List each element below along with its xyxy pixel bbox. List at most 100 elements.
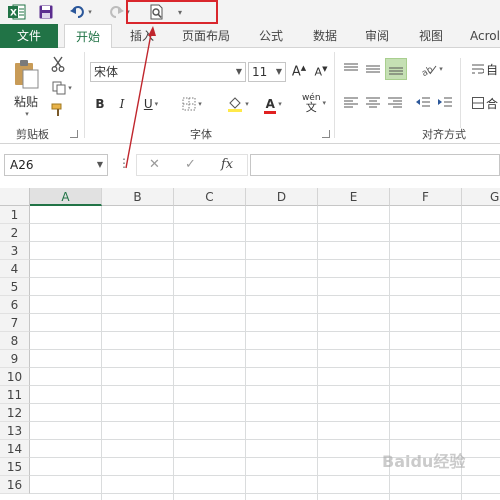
phonetic-guide-button[interactable]: wén 文 ▾ (298, 90, 330, 116)
tab-data[interactable]: 数据 (304, 24, 346, 48)
row-header-10[interactable]: 10 (0, 368, 30, 386)
increase-font-size-button[interactable]: A▲ (290, 62, 308, 82)
wrap-text-button[interactable]: 自 (470, 60, 500, 78)
align-left-icon (344, 97, 358, 108)
group-divider (460, 58, 461, 128)
row-header-8[interactable]: 8 (0, 332, 30, 350)
increase-indent-button[interactable] (436, 94, 454, 112)
save-icon[interactable] (36, 2, 56, 22)
copy-button[interactable]: ▾ (46, 78, 78, 98)
wrap-text-icon (471, 64, 484, 74)
font-launcher-icon[interactable] (322, 130, 330, 138)
font-name-dropdown[interactable]: 宋体 ▼ (90, 62, 246, 82)
column-header-e[interactable]: E (318, 188, 390, 206)
column-header-a[interactable]: A (30, 188, 102, 206)
align-center-button[interactable] (364, 94, 382, 112)
redo-icon (110, 6, 125, 18)
decrease-font-size-button[interactable]: A▼ (312, 62, 330, 82)
row-header-1[interactable]: 1 (0, 206, 30, 224)
column-header-b[interactable]: B (102, 188, 174, 206)
font-name-value: 宋体 (94, 65, 119, 79)
row-header-2[interactable]: 2 (0, 224, 30, 242)
text-orientation-icon: ab (421, 65, 437, 76)
tab-home[interactable]: 开始 (64, 24, 112, 49)
copy-icon (52, 81, 66, 95)
align-bottom-icon (389, 67, 403, 75)
format-painter-button[interactable] (48, 100, 68, 120)
bold-button[interactable]: B (92, 94, 108, 114)
tab-insert[interactable]: 插入 (120, 24, 164, 48)
grid-line (173, 206, 174, 500)
select-all-corner[interactable] (0, 188, 30, 206)
grid-line (245, 206, 246, 500)
phonetic-caret: ▾ (322, 99, 327, 107)
chevron-down-icon: ▼ (275, 67, 282, 76)
tab-review[interactable]: 审阅 (356, 24, 398, 48)
column-header-c[interactable]: C (174, 188, 246, 206)
formula-bar-handle-icon[interactable]: ⋮ (118, 156, 130, 170)
paste-caret: ▾ (25, 109, 29, 118)
paste-button[interactable]: 粘贴 ▾ (8, 56, 44, 120)
underline-caret: ▾ (154, 100, 159, 108)
column-header-g[interactable]: G (462, 188, 500, 206)
row-header-13[interactable]: 13 (0, 422, 30, 440)
row-header-16[interactable]: 16 (0, 476, 30, 494)
column-header-d[interactable]: D (246, 188, 318, 206)
orientation-caret: ▾ (439, 65, 443, 73)
cancel-icon[interactable]: ✕ (149, 157, 160, 172)
orientation-button[interactable]: ab ▾ (416, 60, 448, 78)
grow-font-icon: A▲ (291, 64, 307, 80)
merge-center-button[interactable]: 合 (470, 94, 500, 112)
align-bottom-button[interactable] (385, 58, 407, 80)
row-header-6[interactable]: 6 (0, 296, 30, 314)
font-color-button[interactable]: A ▾ (258, 94, 288, 114)
borders-button[interactable]: ▾ (176, 94, 208, 114)
wrap-text-label: 自 (485, 62, 498, 77)
font-size-dropdown[interactable]: 11 ▼ (248, 62, 286, 82)
ribbon-tabs: 文件 开始 插入 页面布局 公式 数据 审阅 视图 Acrol (0, 24, 500, 49)
tab-file[interactable]: 文件 (0, 24, 58, 48)
chevron-down-icon: ▼ (235, 67, 242, 76)
tab-acrobat[interactable]: Acrol (464, 24, 500, 48)
align-middle-button[interactable] (364, 60, 382, 78)
group-divider (334, 52, 335, 138)
align-top-icon (344, 63, 358, 71)
underline-button[interactable]: U ▾ (136, 94, 166, 114)
column-header-f[interactable]: F (390, 188, 462, 206)
quick-access-toolbar: X ▾ ▾ ▾ (0, 0, 500, 24)
row-header-4[interactable]: 4 (0, 260, 30, 278)
name-box[interactable]: A26 ▼ (4, 154, 108, 176)
undo-dropdown-caret[interactable]: ▾ (88, 8, 92, 16)
decrease-indent-button[interactable] (414, 94, 432, 112)
insert-function-icon[interactable]: fx (221, 157, 233, 172)
fill-color-button[interactable]: ▾ (222, 94, 254, 114)
row-header-5[interactable]: 5 (0, 278, 30, 296)
row-header-11[interactable]: 11 (0, 386, 30, 404)
undo-button[interactable]: ▾ (64, 2, 98, 22)
tab-page-layout[interactable]: 页面布局 (174, 24, 238, 48)
name-box-value: A26 (10, 158, 34, 172)
align-right-button[interactable] (386, 94, 404, 112)
italic-button[interactable]: I (114, 94, 130, 114)
borders-icon (182, 97, 196, 111)
tab-view[interactable]: 视图 (410, 24, 452, 48)
row-header-7[interactable]: 7 (0, 314, 30, 332)
row-header-14[interactable]: 14 (0, 440, 30, 458)
decrease-indent-icon (416, 97, 430, 107)
cut-button[interactable] (48, 54, 68, 74)
tab-formulas[interactable]: 公式 (250, 24, 292, 48)
row-header-15[interactable]: 15 (0, 458, 30, 476)
align-left-button[interactable] (342, 94, 360, 112)
row-header-9[interactable]: 9 (0, 350, 30, 368)
alignment-group-label: 对齐方式 (422, 128, 466, 141)
enter-icon[interactable]: ✓ (185, 157, 196, 172)
row-header-12[interactable]: 12 (0, 404, 30, 422)
copy-caret[interactable]: ▾ (68, 84, 72, 92)
formula-input[interactable] (250, 154, 500, 176)
font-color-caret: ▾ (278, 100, 282, 108)
chevron-down-icon[interactable]: ▼ (97, 155, 103, 175)
row-header-3[interactable]: 3 (0, 242, 30, 260)
paste-label: 粘贴 (13, 94, 38, 109)
clipboard-launcher-icon[interactable] (70, 130, 78, 138)
align-top-button[interactable] (342, 60, 360, 78)
